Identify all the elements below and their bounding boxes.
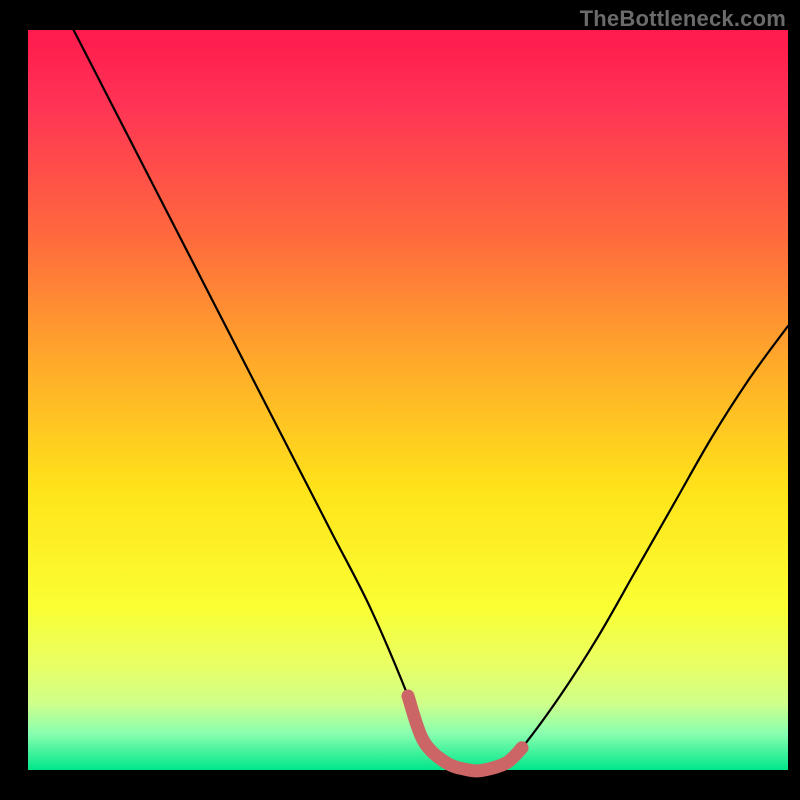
bottleneck-chart [0, 0, 800, 800]
watermark-text: TheBottleneck.com [580, 6, 786, 32]
chart-frame: { "watermark": "TheBottleneck.com", "col… [0, 0, 800, 800]
plot-area [28, 30, 788, 770]
